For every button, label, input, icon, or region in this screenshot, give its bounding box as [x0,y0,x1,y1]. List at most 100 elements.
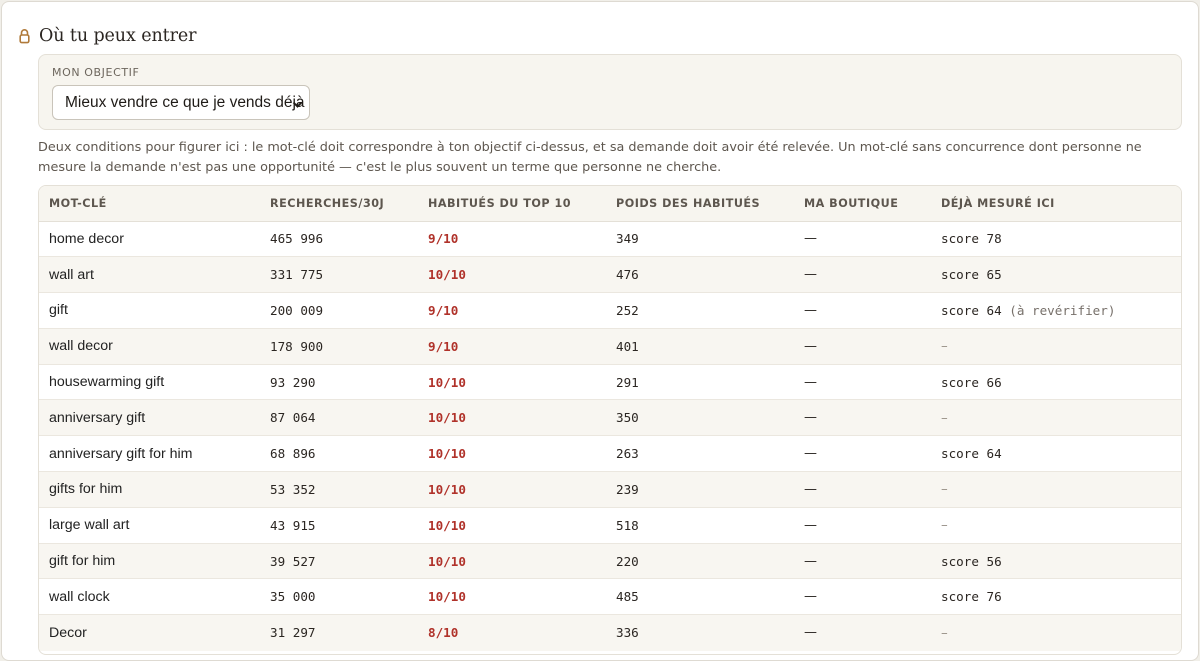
cell-keyword: anniversary gift [49,409,146,426]
measured-value: score 78 [941,231,1002,247]
cell-keyword: home decor [49,230,124,247]
cell-shop: — [804,302,817,318]
measured-value: – [941,409,948,426]
measured-value: score 64 [941,446,1002,462]
cell-searches: 200 009 [270,302,324,318]
cell-keyword: wall decor [49,338,113,355]
cell-weight: 518 [616,517,639,533]
measured-value: score 66 [941,374,1002,390]
cell-top10: 10/10 [428,410,466,426]
cell-shop: — [804,410,817,426]
section-title: Où tu peux entrer [39,26,197,46]
cell-measured: score 64 (à revérifier) [931,293,1181,329]
cell-weight: 336 [616,625,639,641]
table-row[interactable]: home decor 465 996 9/10 349 — score 78 [39,221,1181,257]
table-row[interactable]: Decor 31 297 8/10 336 — – [39,614,1181,651]
cell-keyword: wall art [49,266,94,283]
lock-icon [18,28,31,45]
cell-weight: 350 [616,410,639,426]
cell-keyword: gifts for him [49,481,123,498]
opportunities-card: Où tu peux entrer MON OBJECTIF Mieux ven… [1,1,1199,661]
cell-searches: 331 775 [270,267,324,283]
table-row[interactable]: housewarming gift 93 290 10/10 291 — score 66 [39,364,1181,400]
cell-measured: score 64 [931,436,1181,472]
table-row[interactable]: anniversary gift 87 064 10/10 350 — – [39,399,1181,436]
cell-keyword: large wall art [49,517,130,534]
cell-top10: 10/10 [428,553,466,569]
cell-weight: 349 [616,231,639,247]
objective-label: MON OBJECTIF [52,66,140,79]
table-row[interactable]: wall clock 35 000 10/10 485 — score 76 [39,578,1181,615]
cell-searches: 39 527 [270,553,316,569]
measured-value: – [941,338,948,355]
cell-shop: — [804,625,817,641]
cell-measured: – [931,400,1181,436]
cell-searches: 31 297 [270,625,316,641]
cell-top10: 9/10 [428,302,459,318]
cell-searches: 68 896 [270,446,316,462]
cell-top10: 10/10 [428,374,466,390]
objective-selected-value: Mieux vendre ce que je vends déjà [65,93,305,111]
cell-measured: – [931,615,1181,651]
cell-measured: – [931,507,1181,543]
cell-weight: 401 [616,338,639,354]
objective-select[interactable]: Mieux vendre ce que je vends déjà [52,85,310,120]
cell-shop: — [804,231,817,247]
cell-weight: 239 [616,481,639,497]
cell-weight: 220 [616,553,639,569]
table-row[interactable]: gifts for him 53 352 10/10 239 — – [39,471,1181,508]
cell-top10: 10/10 [428,517,466,533]
table-row[interactable]: wall art 331 775 10/10 476 — score 65 [39,256,1181,293]
cell-shop: — [804,267,817,283]
cell-shop: — [804,481,817,497]
cell-keyword: wall clock [49,588,110,605]
measured-value: – [941,481,948,498]
measured-value: – [941,517,948,534]
cell-weight: 263 [616,446,639,462]
chevron-down-icon [292,97,303,108]
table-row[interactable]: gift 200 009 9/10 252 — score 64 (à revérifie… [39,292,1181,329]
cell-weight: 485 [616,589,639,605]
cell-keyword: housewarming gift [49,374,165,391]
header-searches[interactable]: RECHERCHES/30J [260,186,418,222]
cell-top10: 8/10 [428,625,459,641]
cell-searches: 43 915 [270,517,316,533]
measured-value: score 76 [941,589,1002,605]
table-row[interactable]: anniversary gift for him 68 896 10/10 263 — s… [39,435,1181,472]
measured-note: (à revérifier) [1009,302,1116,318]
cell-weight: 291 [616,374,639,390]
cell-measured: score 78 [931,221,1181,257]
conditions-hint: Deux conditions pour figurer ici : le mo… [38,140,1142,175]
cell-keyword: anniversary gift for him [49,445,193,462]
cell-top10: 9/10 [428,338,459,354]
table-row[interactable]: large wall art 43 915 10/10 518 — – [39,507,1181,543]
measured-value: score 64 [941,302,1002,318]
table-row[interactable]: wall decor 178 900 9/10 401 — – [39,328,1181,365]
header-measured[interactable]: DÉJÀ MESURÉ ICI [931,186,1181,222]
cell-keyword: gift [49,302,68,319]
cell-searches: 35 000 [270,589,316,605]
cell-measured: score 56 [931,543,1181,579]
measured-value: score 65 [941,267,1002,283]
cell-top10: 10/10 [428,267,466,283]
cell-searches: 93 290 [270,374,316,390]
cell-keyword: Decor [49,624,87,641]
section-header: Où tu peux entrer [18,24,196,48]
table-header-row: MOT-CLÉ RECHERCHES/30J HABITUÉS DU TOP 1… [39,186,1181,222]
cell-shop: — [804,589,817,605]
header-shop[interactable]: MA BOUTIQUE [794,186,931,222]
cell-shop: — [804,553,817,569]
keywords-table: MOT-CLÉ RECHERCHES/30J HABITUÉS DU TOP 1… [38,185,1182,655]
cell-measured: – [931,472,1181,508]
measured-value: score 56 [941,553,1002,569]
table-row[interactable]: gift for him 39 527 10/10 220 — score 56 [39,543,1181,579]
header-keyword[interactable]: MOT-CLÉ [39,186,260,222]
cell-top10: 10/10 [428,446,466,462]
cell-weight: 476 [616,267,639,283]
cell-weight: 252 [616,302,639,318]
cell-top10: 9/10 [428,231,459,247]
header-weight[interactable]: POIDS DES HABITUÉS [606,186,794,222]
cell-measured: – [931,328,1181,364]
header-top10[interactable]: HABITUÉS DU TOP 10 [418,186,606,222]
cell-measured: score 65 [931,257,1181,293]
